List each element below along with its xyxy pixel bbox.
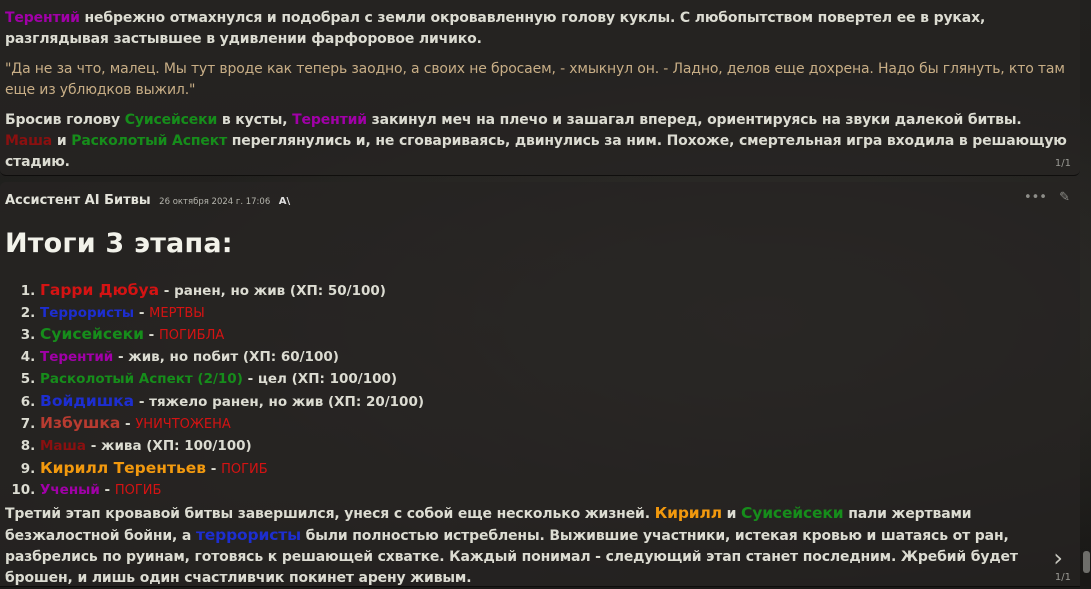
chat-message-previous: Терентий небрежно отмахнулся и подобрал … — [0, 0, 1080, 176]
results-list-item: Избушка - УНИЧТОЖЕНА — [40, 413, 424, 436]
results-list-item: Ученый - ПОГИБ — [40, 480, 424, 502]
text-run: и — [721, 506, 742, 522]
separator: - — [134, 304, 150, 321]
contestant-name: Расколотый Аспект (2/10) — [40, 370, 243, 387]
separator: - — [206, 460, 222, 477]
contestant-status: жив, но побит (ХП: 60/100) — [128, 349, 339, 366]
character-name: Терентий — [5, 10, 80, 26]
contestant-name: Избушка — [40, 414, 121, 433]
contestant-name: Ученый — [40, 482, 100, 499]
results-list-item: Суисейсеки - ПОГИБЛА — [40, 324, 424, 347]
separator: - — [134, 393, 150, 410]
next-swipe-chevron-icon[interactable]: › — [1053, 544, 1063, 572]
chat-message-assistant: Ассистент AI Битвы 26 октября 2024 г. 17… — [0, 182, 1080, 587]
character-name: Суисейсеки — [124, 112, 218, 128]
separator: - — [143, 327, 159, 344]
separator: - — [159, 283, 175, 299]
contestant-status: ПОГИБЛА — [159, 328, 225, 344]
contestant-status: ПОГИБ — [221, 461, 268, 477]
results-list: Гарри Дюбуа - ранен, но жив (ХП: 50/100)… — [4, 280, 424, 502]
contestant-status: тяжело ранен, но жив (ХП: 20/100) — [149, 393, 425, 410]
separator: - — [120, 416, 136, 433]
more-options-icon[interactable]: ••• — [1024, 190, 1047, 205]
character-name: Расколотый Аспект — [71, 133, 228, 149]
ai-model-icon: A\ — [278, 196, 291, 207]
edit-pencil-icon[interactable]: ✎ — [1059, 190, 1070, 205]
contestant-name: Маша — [40, 437, 86, 454]
contestant-status: ПОГИБ — [114, 483, 162, 499]
scrollbar-thumb[interactable] — [1083, 551, 1090, 573]
contestant-status: МЕРТВЫ — [149, 305, 205, 321]
text-run: в кусты, — [217, 112, 293, 128]
separator: - — [113, 349, 129, 366]
message-paragraph-1: Терентий небрежно отмахнулся и подобрал … — [5, 8, 1065, 50]
message-paragraph-3: Бросив голову Суисейсеки в кусты, Терент… — [5, 110, 1071, 173]
contestant-status: цел (ХП: 100/100) — [257, 370, 398, 387]
summary-paragraph: Третий этап кровавой битвы завершился, у… — [5, 503, 1045, 589]
character-name: Терентий — [292, 112, 367, 128]
results-list-item: Террористы - МЕРТВЫ — [40, 303, 424, 325]
results-list-item: Маша - жива (ХП: 100/100) — [40, 436, 424, 458]
contestant-name: Войдишка — [40, 391, 135, 410]
text-run: и — [52, 133, 72, 149]
text-run: Третий этап кровавой битвы завершился, у… — [5, 506, 655, 522]
results-list-item: Кирилл Терентьев - ПОГИБ — [40, 458, 424, 481]
message-timestamp: 26 октября 2024 г. 17:06 — [159, 197, 271, 207]
contestant-name: Суисейсеки — [40, 325, 144, 344]
results-list-item: Расколотый Аспект (2/10) - цел (ХП: 100/… — [40, 369, 424, 391]
author-name[interactable]: Ассистент AI Битвы — [5, 193, 151, 208]
separator: - — [242, 370, 258, 387]
contestant-status: ранен, но жив (ХП: 50/100) — [174, 283, 386, 299]
text-run: небрежно отмахнулся и подобрал с земли о… — [5, 10, 986, 47]
character-name: Маша — [5, 133, 53, 149]
character-name: террористы — [195, 526, 301, 544]
contestant-status: УНИЧТОЖЕНА — [135, 417, 231, 433]
separator: - — [99, 482, 115, 499]
text-run: Бросив голову — [5, 112, 125, 128]
text-run: закинул меч на плечо и зашагал вперед, о… — [366, 112, 1022, 128]
contestant-status: жива (ХП: 100/100) — [101, 437, 252, 454]
results-list-item: Войдишка - тяжело ранен, но жив (ХП: 20/… — [40, 391, 424, 414]
results-heading: Итоги 3 этапа: — [5, 228, 233, 259]
swipe-counter: 1/1 — [1054, 572, 1071, 583]
message-header: Ассистент AI Битвы 26 октября 2024 г. 17… — [5, 193, 290, 208]
results-list-item: Терентий - жив, но побит (ХП: 60/100) — [40, 347, 424, 369]
contestant-name: Гарри Дюбуа — [40, 281, 160, 299]
contestant-name: Террористы — [40, 304, 135, 321]
results-list-item: Гарри Дюбуа - ранен, но жив (ХП: 50/100) — [40, 280, 424, 303]
character-name: Суисейсеки — [741, 504, 844, 522]
message-toolbar: ••• ✎ — [1016, 190, 1070, 205]
contestant-name: Терентий — [40, 349, 114, 366]
swipe-counter: 1/1 — [1054, 158, 1071, 169]
message-quote-paragraph: "Да не за что, малец. Мы тут вроде как т… — [5, 61, 1065, 98]
character-name: Кирилл — [654, 504, 722, 522]
separator: - — [86, 437, 102, 454]
contestant-name: Кирилл Терентьев — [40, 458, 207, 477]
